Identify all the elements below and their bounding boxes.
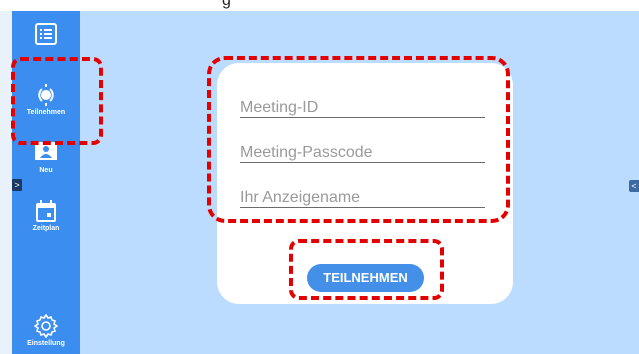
- sidebar-item-label: Zeitplan: [32, 225, 60, 232]
- top-strip: g: [0, 0, 639, 11]
- sidebar-item-neu[interactable]: Neu: [12, 141, 80, 174]
- sidebar-item-label: Teilnehmen: [26, 109, 66, 116]
- meeting-id-field: [240, 87, 485, 123]
- meeting-passcode-input[interactable]: [240, 138, 485, 168]
- calendar-icon: [12, 199, 80, 223]
- list-icon: [12, 23, 80, 45]
- display-name-input[interactable]: [240, 183, 485, 213]
- sidebar-item-teilnehmen[interactable]: Teilnehmen: [12, 83, 80, 116]
- sidebar-item-einstellung[interactable]: Einstellung: [12, 314, 80, 347]
- meeting-id-input[interactable]: [240, 93, 485, 123]
- join-button[interactable]: TEILNEHMEN: [307, 264, 424, 292]
- display-name-field: [240, 177, 485, 213]
- top-caption: g: [222, 0, 231, 9]
- presenter-icon: [12, 141, 80, 165]
- app-window: Teilnehmen Neu Zeitplan Einstellung > < …: [0, 11, 639, 354]
- gear-icon: [12, 314, 80, 338]
- chevron-right-icon: >: [14, 180, 20, 190]
- sidebar-item-label: Einstellung: [27, 340, 65, 347]
- collapse-panel-button[interactable]: <: [629, 180, 639, 192]
- join-meeting-card: TEILNEHMEN: [217, 63, 513, 304]
- join-icon: [12, 83, 80, 107]
- sidebar-item-menu[interactable]: [12, 23, 80, 45]
- passcode-field: [240, 132, 485, 168]
- chevron-left-icon: <: [631, 181, 637, 191]
- expand-sidebar-button[interactable]: >: [12, 179, 22, 191]
- sidebar-item-zeitplan[interactable]: Zeitplan: [12, 199, 80, 232]
- sidebar-item-label: Neu: [39, 167, 53, 174]
